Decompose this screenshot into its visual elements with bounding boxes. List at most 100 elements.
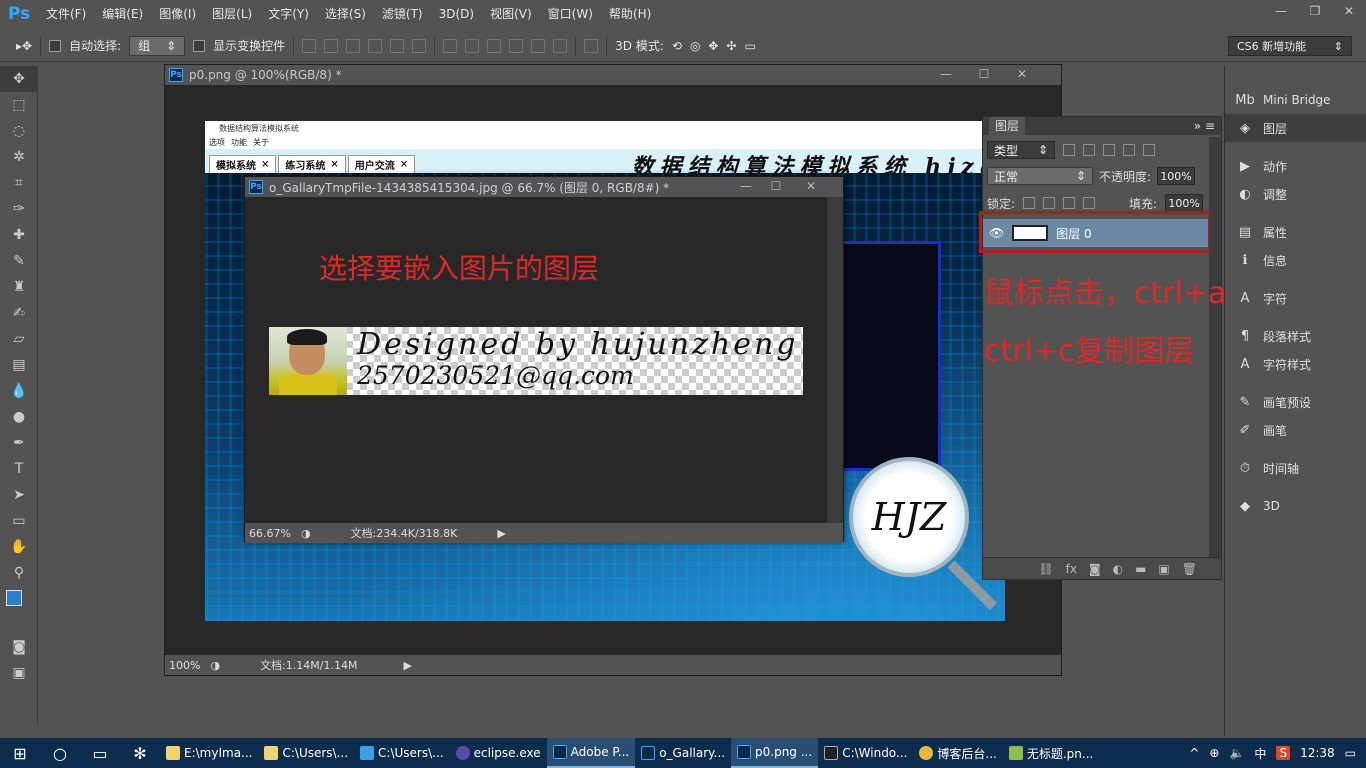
filter-kind-dropdown[interactable]: 类型 ⇕ <box>987 141 1055 159</box>
dodge-tool-icon[interactable]: ● <box>0 404 38 430</box>
dock-layers[interactable]: ◈ 图层 <box>1225 114 1366 142</box>
status-icon[interactable]: ◑ <box>210 659 220 672</box>
dock-timeline[interactable]: ⏱ 时间轴 <box>1225 454 1366 482</box>
path-select-icon[interactable]: ➤ <box>0 482 38 508</box>
move-tool-icon[interactable]: ▸✥ <box>16 39 32 53</box>
menu-image[interactable]: 图像(I) <box>151 0 204 28</box>
pen-tool-icon[interactable]: ✒ <box>0 430 38 456</box>
windows-start-icon[interactable]: ⊞ <box>0 738 40 768</box>
zoom-level[interactable]: 66.67% <box>249 527 291 540</box>
dock-properties[interactable]: ▤ 属性 <box>1225 218 1366 246</box>
taskbar-item[interactable]: C:\Users\... <box>354 738 450 768</box>
filter-type-icon[interactable] <box>1103 144 1115 156</box>
filter-adjustment-icon[interactable] <box>1083 144 1095 156</box>
foreground-color-swatch[interactable] <box>6 590 22 606</box>
lock-all-icon[interactable] <box>1083 197 1096 209</box>
taskbar-item[interactable]: C:\Windo... <box>818 738 913 768</box>
auto-select-dropdown[interactable]: 组 ⇕ <box>129 35 186 56</box>
menu-filter[interactable]: 滤镜(T) <box>374 0 431 28</box>
menu-3d[interactable]: 3D(D) <box>431 0 482 28</box>
workspace-dropdown[interactable]: CS6 新增功能 ⇕ <box>1228 36 1352 56</box>
3d-rotate-icon[interactable]: ⟲ <box>672 39 682 53</box>
brush-tool-icon[interactable]: ✎ <box>0 248 38 274</box>
zoom-tool-icon[interactable]: ⚲ <box>0 560 38 586</box>
add-mask-icon[interactable]: ◙ <box>1089 562 1101 576</box>
filter-smart-object-icon[interactable] <box>1143 144 1155 156</box>
healing-brush-icon[interactable]: ✚ <box>0 222 38 248</box>
taskbar-item[interactable]: C:\Users\... <box>258 738 354 768</box>
new-group-icon[interactable]: ▬ <box>1135 562 1146 576</box>
menu-layer[interactable]: 图层(L) <box>204 0 260 28</box>
menu-help[interactable]: 帮助(H) <box>601 0 659 28</box>
status-icon[interactable]: ◑ <box>301 527 311 540</box>
align-right-icon[interactable] <box>412 38 427 53</box>
blend-mode-dropdown[interactable]: 正常 ⇕ <box>987 167 1093 185</box>
network-icon[interactable]: ⊕ <box>1209 746 1219 760</box>
menu-select[interactable]: 选择(S) <box>317 0 374 28</box>
search-icon[interactable]: ○ <box>40 738 80 768</box>
menu-view[interactable]: 视图(V) <box>482 0 540 28</box>
shape-tool-icon[interactable]: ▭ <box>0 508 38 534</box>
link-layers-icon[interactable]: ⛓ <box>1038 562 1053 576</box>
restore-button[interactable]: ❐ <box>1298 0 1332 22</box>
quick-mask-icon[interactable]: ◙ <box>0 634 38 660</box>
distribute-right-icon[interactable] <box>553 38 568 53</box>
ime-s-icon[interactable]: S <box>1276 746 1291 760</box>
dock-mini-bridge[interactable]: Mb Mini Bridge <box>1225 86 1366 114</box>
auto-select-checkbox[interactable] <box>49 39 62 52</box>
show-transform-checkbox[interactable] <box>193 39 206 52</box>
screen-mode-icon[interactable]: ▣ <box>0 660 38 686</box>
3d-pan-icon[interactable]: ✥ <box>708 39 718 53</box>
delete-layer-icon[interactable]: 🗑 <box>1182 562 1197 576</box>
taskbar-item[interactable]: 无标题.pn... <box>1003 738 1099 768</box>
distribute-bottom-icon[interactable] <box>487 38 502 53</box>
tab-layers[interactable]: 图层 <box>989 117 1026 135</box>
vertical-scrollbar[interactable] <box>1209 137 1221 557</box>
taskbar-item[interactable]: Adobe P... <box>546 738 636 768</box>
layer-style-icon[interactable]: fx <box>1066 562 1077 576</box>
minimize-button[interactable]: — <box>731 177 761 195</box>
align-hcenter-icon[interactable] <box>390 38 405 53</box>
ime-indicator[interactable]: 中 <box>1254 745 1266 762</box>
close-button[interactable]: ✕ <box>791 177 831 195</box>
task-view-icon[interactable]: ▭ <box>80 738 120 768</box>
dock-paragraph-styles[interactable]: ¶ 段落样式 <box>1225 322 1366 350</box>
blur-tool-icon[interactable]: 💧 <box>0 378 38 404</box>
menu-type[interactable]: 文字(Y) <box>260 0 317 28</box>
filter-pixel-icon[interactable] <box>1063 144 1075 156</box>
align-left-icon[interactable] <box>368 38 383 53</box>
close-button[interactable]: ✕ <box>1003 65 1041 83</box>
history-brush-icon[interactable]: ✍ <box>0 300 38 326</box>
notification-icon[interactable]: ▭ <box>1345 746 1356 760</box>
new-adjustment-icon[interactable]: ◐ <box>1113 562 1123 576</box>
crop-tool-icon[interactable]: ⌗ <box>0 170 38 196</box>
lock-pixels-icon[interactable] <box>1043 197 1056 209</box>
maximize-button[interactable]: ☐ <box>965 65 1003 83</box>
gradient-tool-icon[interactable]: ▤ <box>0 352 38 378</box>
minimize-button[interactable]: — <box>1264 0 1298 22</box>
marquee-tool-icon[interactable]: ⬚ <box>0 92 38 118</box>
menu-window[interactable]: 窗口(W) <box>540 0 601 28</box>
dock-adjustments[interactable]: ◐ 调整 <box>1225 180 1366 208</box>
distribute-vcenter-icon[interactable] <box>465 38 480 53</box>
dock-character-styles[interactable]: A 字符样式 <box>1225 350 1366 378</box>
distribute-left-icon[interactable] <box>509 38 524 53</box>
vertical-scrollbar[interactable] <box>827 197 843 523</box>
menu-file[interactable]: 文件(F) <box>38 0 94 28</box>
dock-actions[interactable]: ▶ 动作 <box>1225 152 1366 180</box>
align-vcenter-icon[interactable] <box>324 38 339 53</box>
3d-roll-icon[interactable]: ◎ <box>690 39 700 53</box>
distribute-top-icon[interactable] <box>443 38 458 53</box>
dock-brush[interactable]: ✐ 画笔 <box>1225 416 1366 444</box>
clone-stamp-icon[interactable]: ♜ <box>0 274 38 300</box>
taskbar-item[interactable]: o_Gallary... <box>635 738 731 768</box>
3d-scale-icon[interactable]: ▭ <box>745 39 756 53</box>
new-layer-icon[interactable]: ▣ <box>1158 562 1169 576</box>
close-button[interactable]: ✕ <box>1332 0 1366 22</box>
fan-app-icon[interactable]: ✻ <box>120 738 160 768</box>
align-top-icon[interactable] <box>302 38 317 53</box>
color-swatches-icon[interactable] <box>0 586 38 634</box>
menu-edit[interactable]: 编辑(E) <box>94 0 151 28</box>
dock-character[interactable]: A 字符 <box>1225 284 1366 312</box>
magic-wand-icon[interactable]: ✲ <box>0 144 38 170</box>
